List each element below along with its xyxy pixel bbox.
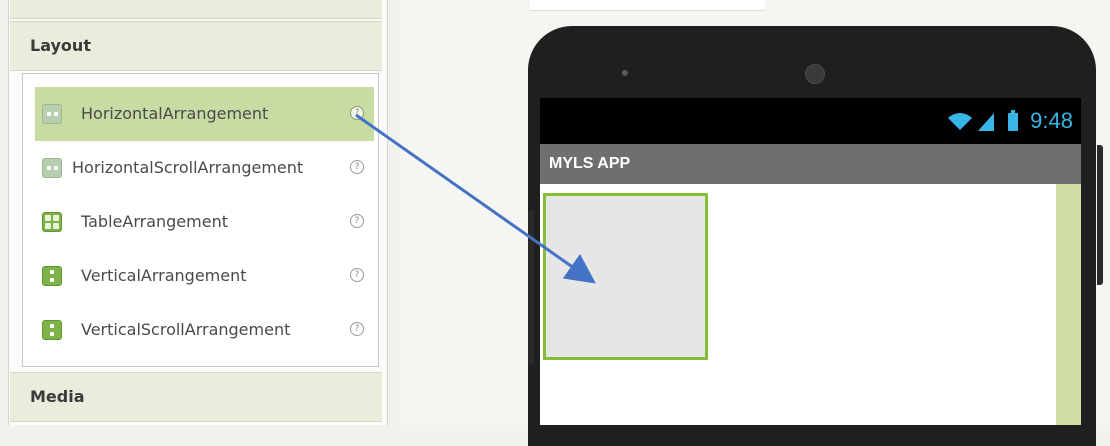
section-title-media: Media <box>30 387 85 406</box>
horizontal-scroll-arrangement-icon <box>42 158 62 178</box>
palette-item-horizontal-scroll-arrangement[interactable]: HorizontalScrollArrangement ? <box>35 141 374 195</box>
horizontal-arrangement-component[interactable] <box>543 193 708 360</box>
speaker-icon <box>805 64 825 84</box>
wifi-icon <box>947 113 972 131</box>
screen-scroll-strip <box>1056 184 1081 425</box>
phone-side-button-left <box>528 210 534 365</box>
app-title-bar: MYLS APP <box>540 144 1081 184</box>
palette-item-label: VerticalScrollArrangement <box>81 320 291 339</box>
camera-icon <box>622 70 628 76</box>
palette-item-label: VerticalArrangement <box>81 266 247 285</box>
status-time: 9:48 <box>1030 108 1073 133</box>
layout-component-list: HorizontalArrangement ? HorizontalScroll… <box>22 73 379 367</box>
app-title: MYLS APP <box>549 155 631 172</box>
help-icon[interactable]: ? <box>350 268 364 282</box>
help-icon[interactable]: ? <box>350 214 364 228</box>
horizontal-arrangement-icon <box>42 104 62 124</box>
vertical-arrangement-icon <box>42 266 62 286</box>
help-icon[interactable]: ? <box>350 160 364 174</box>
help-icon[interactable]: ? <box>350 106 364 120</box>
viewer-top-tab <box>530 0 765 11</box>
palette-item-label: HorizontalScrollArrangement <box>72 158 304 177</box>
help-icon[interactable]: ? <box>350 322 364 336</box>
signal-icon <box>977 113 994 132</box>
palette-item-vertical-scroll-arrangement[interactable]: VerticalScrollArrangement ? <box>35 303 374 357</box>
phone-screen[interactable]: 9:48 MYLS APP <box>540 98 1081 425</box>
palette-item-horizontal-arrangement[interactable]: HorizontalArrangement ? <box>35 87 374 141</box>
phone-side-button-right <box>1097 145 1103 285</box>
vertical-scroll-arrangement-icon <box>42 320 62 340</box>
section-title-layout: Layout <box>30 36 91 55</box>
palette-item-table-arrangement[interactable]: TableArrangement ? <box>35 195 374 249</box>
battery-icon <box>1008 110 1019 132</box>
palette-item-label: TableArrangement <box>81 212 228 231</box>
status-bar: 9:48 <box>540 98 1081 144</box>
status-icons: 9:48 <box>947 106 1073 136</box>
palette-item-vertical-arrangement[interactable]: VerticalArrangement ? <box>35 249 374 303</box>
palette-previous-section-strip <box>10 0 382 19</box>
table-arrangement-icon <box>42 212 62 232</box>
section-header-media[interactable]: Media <box>10 372 382 422</box>
palette-item-label: HorizontalArrangement <box>81 104 269 123</box>
section-header-layout[interactable]: Layout <box>10 21 382 71</box>
